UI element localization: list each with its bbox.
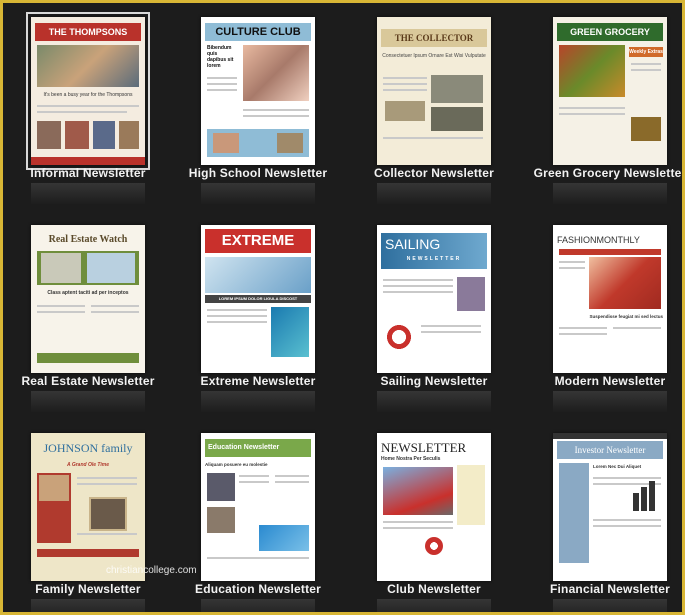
- template-grid: THE THOMPSONS It's been a busy year for …: [3, 3, 682, 612]
- headline: LOREM IPSUM DOLOR LIGULA DISCOST: [205, 295, 311, 303]
- template-family-newsletter[interactable]: JOHNSON family A Grand Ole Time Family N…: [3, 419, 173, 612]
- template-thumbnail[interactable]: EXTREME LOREM IPSUM DOLOR LIGULA DISCOST: [201, 225, 315, 373]
- template-education-newsletter[interactable]: Education Newsletter Aliquam posuere eu …: [173, 419, 343, 612]
- template-label: Club Newsletter: [387, 582, 481, 596]
- template-thumbnail[interactable]: CULTURE CLUB Bibendum quis dapibus sit l…: [201, 17, 315, 165]
- masthead: JOHNSON family: [43, 441, 133, 455]
- template-sailing-newsletter[interactable]: SAILING NEWSLETTER Sailing Newsletter: [349, 211, 519, 413]
- template-thumbnail[interactable]: JOHNSON family A Grand Ole Time: [31, 433, 145, 581]
- template-thumbnail[interactable]: FASHIONMONTHLY Suspendisse feugiat mi se…: [553, 225, 667, 373]
- template-high-school-newsletter[interactable]: CULTURE CLUB Bibendum quis dapibus sit l…: [173, 3, 343, 205]
- headline: Lorem Nec Dui Aliquet: [593, 464, 642, 469]
- template-label: Informal Newsletter: [30, 166, 146, 180]
- template-real-estate-newsletter[interactable]: Real Estate Watch Class aptent taciti ad…: [3, 211, 173, 413]
- template-label: Financial Newsletter: [549, 582, 671, 596]
- headline: It's been a busy year for the Thompsons: [43, 92, 133, 98]
- headline: Home Nostra Per Seculis: [381, 456, 441, 462]
- masthead: Investor Newsletter: [557, 441, 663, 459]
- headline: Aliquam posuere eu molestie: [205, 462, 268, 467]
- watermark-text: christiancollege.com: [106, 565, 197, 576]
- template-thumbnail[interactable]: Real Estate Watch Class aptent taciti ad…: [31, 225, 145, 373]
- masthead: THE THOMPSONS: [35, 23, 141, 41]
- headline: Consectetuer Ipsum Ornare Est Wisi Vulpu…: [382, 53, 486, 59]
- template-collector-newsletter[interactable]: THE COLLECTOR Consectetuer Ipsum Ornare …: [349, 3, 519, 205]
- template-label: Sailing Newsletter: [380, 374, 488, 388]
- template-thumbnail[interactable]: THE COLLECTOR Consectetuer Ipsum Ornare …: [377, 17, 491, 165]
- template-modern-newsletter[interactable]: FASHIONMONTHLY Suspendisse feugiat mi se…: [525, 211, 682, 413]
- template-green-grocery-newsletter[interactable]: GREEN GROCERY Weekly Extras Green Grocer…: [525, 3, 685, 205]
- template-label: High School Newsletter: [188, 166, 328, 180]
- template-label: Extreme Newsletter: [200, 374, 316, 388]
- template-financial-newsletter[interactable]: Investor Newsletter Lorem Nec Dui Alique…: [525, 419, 682, 612]
- template-thumbnail[interactable]: NEWSLETTER Home Nostra Per Seculis: [377, 433, 491, 581]
- masthead: Real Estate Watch: [48, 234, 128, 245]
- template-thumbnail[interactable]: SAILING NEWSLETTER: [377, 225, 491, 373]
- template-chooser: THE THOMPSONS It's been a busy year for …: [0, 0, 685, 615]
- masthead: GREEN GROCERY: [557, 23, 663, 41]
- template-label: Education Newsletter: [194, 582, 322, 596]
- headline: Bibendum quis dapibus sit lorem: [207, 45, 234, 69]
- template-label: Green Grocery Newsletter: [533, 166, 685, 180]
- template-label: Real Estate Newsletter: [21, 374, 155, 388]
- template-extreme-newsletter[interactable]: EXTREME LOREM IPSUM DOLOR LIGULA DISCOST…: [173, 211, 343, 413]
- headline: Suspendisse feugiat mi sed lectus: [589, 314, 663, 319]
- masthead: EXTREME: [205, 229, 311, 253]
- template-label: Modern Newsletter: [554, 374, 666, 388]
- headline: NEWSLETTER: [406, 256, 462, 262]
- headline: Class aptent taciti ad per inceptos: [47, 290, 129, 296]
- template-informal-newsletter[interactable]: THE THOMPSONS It's been a busy year for …: [3, 3, 173, 205]
- masthead: CULTURE CLUB: [205, 23, 311, 41]
- template-thumbnail[interactable]: GREEN GROCERY Weekly Extras: [553, 17, 667, 165]
- headline: Weekly Extras: [629, 47, 663, 57]
- masthead: FASHIONMONTHLY: [557, 235, 640, 245]
- template-thumbnail[interactable]: THE THOMPSONS It's been a busy year for …: [26, 12, 150, 170]
- template-label: Collector Newsletter: [373, 166, 495, 180]
- masthead: Education Newsletter: [205, 439, 311, 457]
- template-club-newsletter[interactable]: NEWSLETTER Home Nostra Per Seculis Club …: [349, 419, 519, 612]
- template-label: Family Newsletter: [35, 582, 141, 596]
- headline: A Grand Ole Time: [67, 462, 109, 468]
- masthead: THE COLLECTOR: [381, 29, 487, 47]
- template-thumbnail[interactable]: Education Newsletter Aliquam posuere eu …: [201, 433, 315, 581]
- template-thumbnail[interactable]: Investor Newsletter Lorem Nec Dui Alique…: [553, 433, 667, 581]
- masthead: SAILING: [385, 236, 441, 252]
